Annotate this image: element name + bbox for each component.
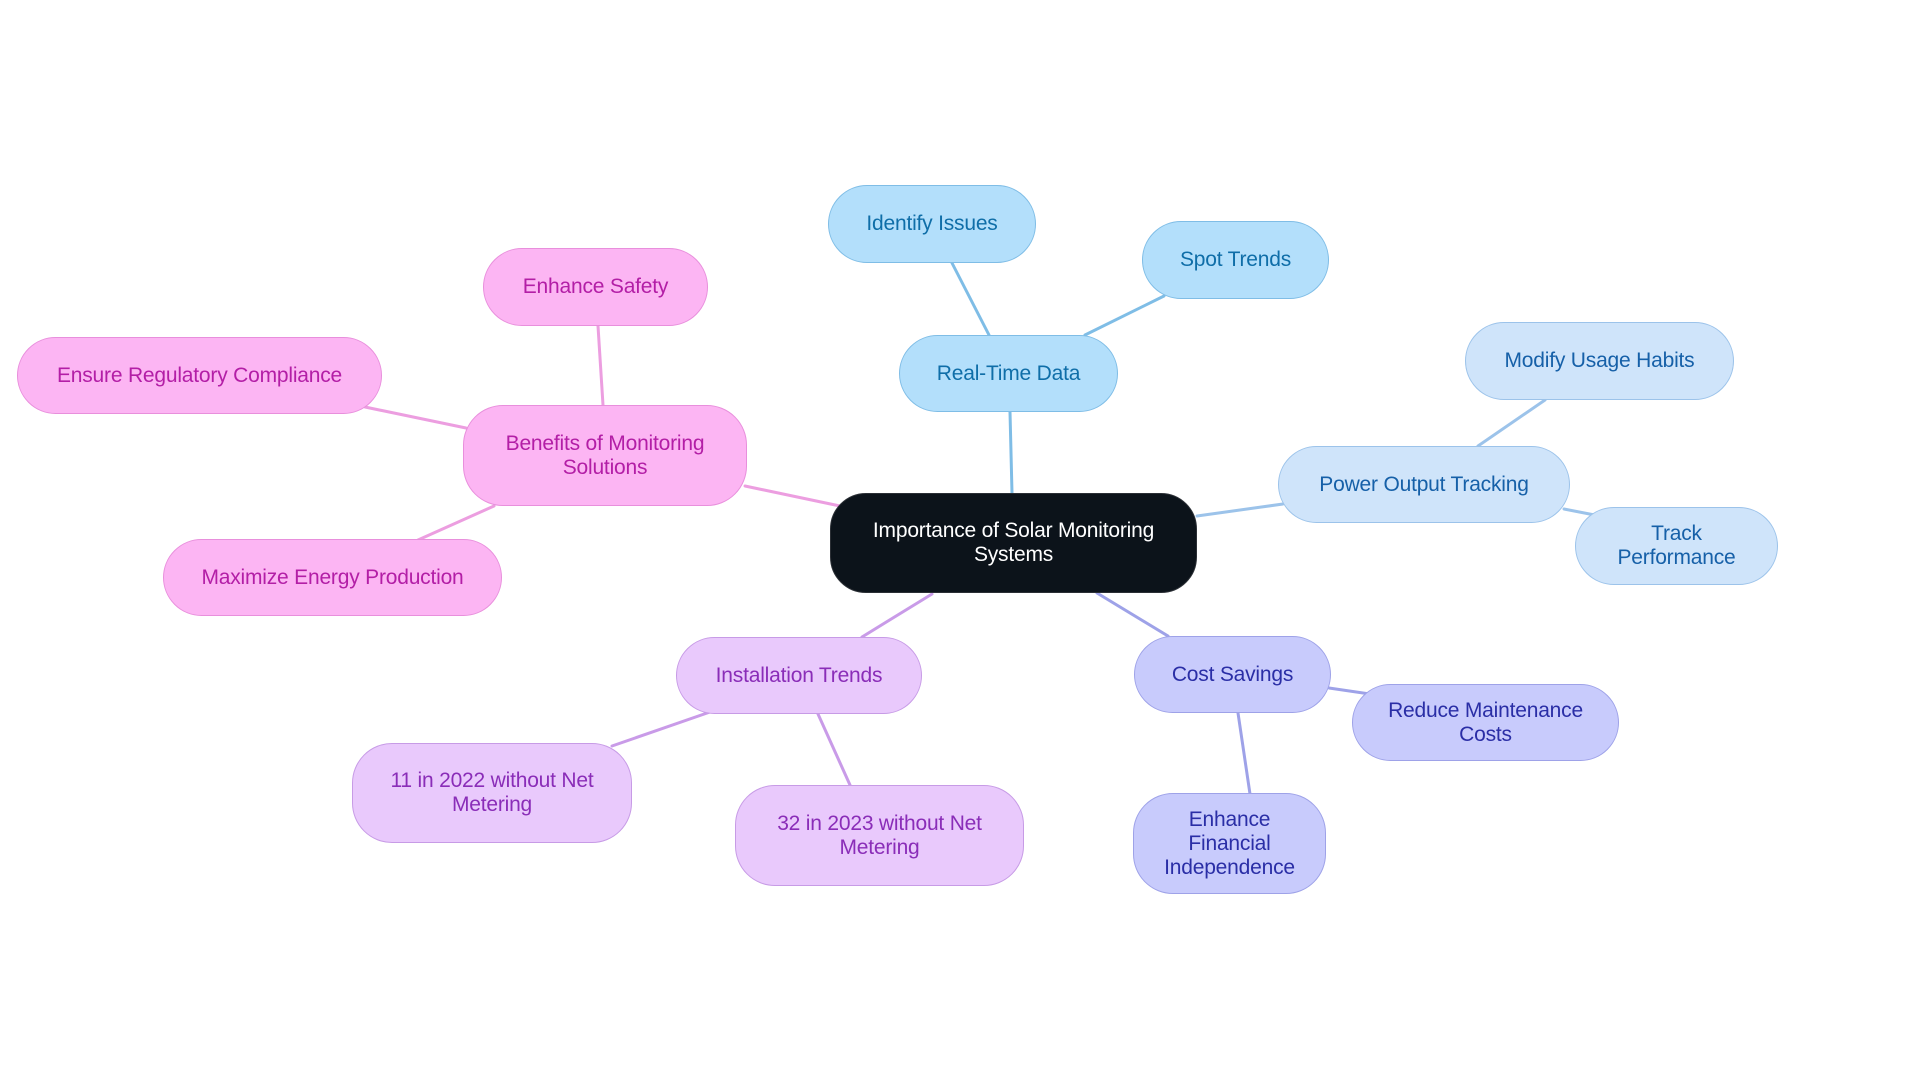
edge-benefits-compliance	[363, 405, 468, 430]
node-reduce-maintenance[interactable]: Reduce Maintenance Costs	[1352, 684, 1619, 761]
node-installation-trends[interactable]: Installation Trends	[676, 637, 922, 714]
node-power-output-tracking-label: Power Output Tracking	[1319, 472, 1529, 496]
node-2022-label: 11 in 2022 without Net Metering	[390, 769, 594, 816]
node-regulatory-compliance-label: Ensure Regulatory Compliance	[56, 363, 343, 387]
node-real-time-data[interactable]: Real-Time Data	[899, 335, 1118, 412]
edge-realtime-issues	[950, 261, 991, 337]
node-2023-without-net-metering[interactable]: 32 in 2023 without Net Metering	[735, 785, 1024, 886]
node-enhance-safety-label: Enhance Safety	[522, 275, 669, 298]
node-reduce-maintenance-label: Reduce Maintenance Costs	[1388, 698, 1583, 746]
node-identify-issues[interactable]: Identify Issues	[828, 185, 1036, 263]
edge-install-2023	[816, 712, 852, 787]
edge-root-benefits	[743, 484, 842, 508]
edge-root-cost	[1095, 591, 1170, 638]
edge-power-habits	[1476, 398, 1547, 448]
node-benefits[interactable]: Benefits of Monitoring Solutions	[463, 405, 747, 506]
node-track-performance-label: Track Performance	[1617, 522, 1736, 569]
node-spot-trends-label: Spot Trends	[1179, 248, 1292, 271]
node-modify-usage-habits[interactable]: Modify Usage Habits	[1465, 322, 1734, 400]
node-enhance-safety[interactable]: Enhance Safety	[483, 248, 708, 326]
node-maximize-energy[interactable]: Maximize Energy Production	[163, 539, 502, 616]
edge-install-2022	[610, 710, 712, 748]
node-track-performance[interactable]: Track Performance	[1575, 507, 1778, 585]
node-modify-usage-habits-label: Modify Usage Habits	[1504, 349, 1695, 372]
edge-root-power	[1195, 502, 1285, 518]
node-identify-issues-label: Identify Issues	[866, 212, 998, 235]
node-power-output-tracking[interactable]: Power Output Tracking	[1278, 446, 1570, 523]
edge-cost-financial	[1236, 711, 1252, 796]
node-2023-label: 32 in 2023 without Net Metering	[777, 811, 982, 859]
root-node[interactable]: Importance of Solar Monitoring Systems	[830, 493, 1197, 593]
node-maximize-energy-label: Maximize Energy Production	[201, 565, 464, 589]
edge-realtime-trends	[1083, 294, 1166, 337]
node-regulatory-compliance[interactable]: Ensure Regulatory Compliance	[17, 337, 382, 414]
edge-benefits-energy	[416, 504, 496, 542]
node-financial-independence-label: Enhance Financial Independence	[1164, 807, 1295, 879]
node-benefits-label: Benefits of Monitoring Solutions	[505, 431, 705, 479]
node-spot-trends[interactable]: Spot Trends	[1142, 221, 1329, 299]
node-cost-savings-label: Cost Savings	[1171, 662, 1294, 686]
node-financial-independence[interactable]: Enhance Financial Independence	[1133, 793, 1326, 894]
root-label: Importance of Solar Monitoring Systems	[872, 519, 1155, 566]
node-cost-savings[interactable]: Cost Savings	[1134, 636, 1331, 713]
edge-root-install	[860, 592, 934, 639]
edge-root-realtime	[1008, 410, 1014, 495]
node-installation-trends-label: Installation Trends	[715, 663, 883, 687]
node-real-time-data-label: Real-Time Data	[936, 361, 1081, 385]
node-2022-without-net-metering[interactable]: 11 in 2022 without Net Metering	[352, 743, 632, 843]
edge-benefits-safety	[596, 324, 605, 407]
